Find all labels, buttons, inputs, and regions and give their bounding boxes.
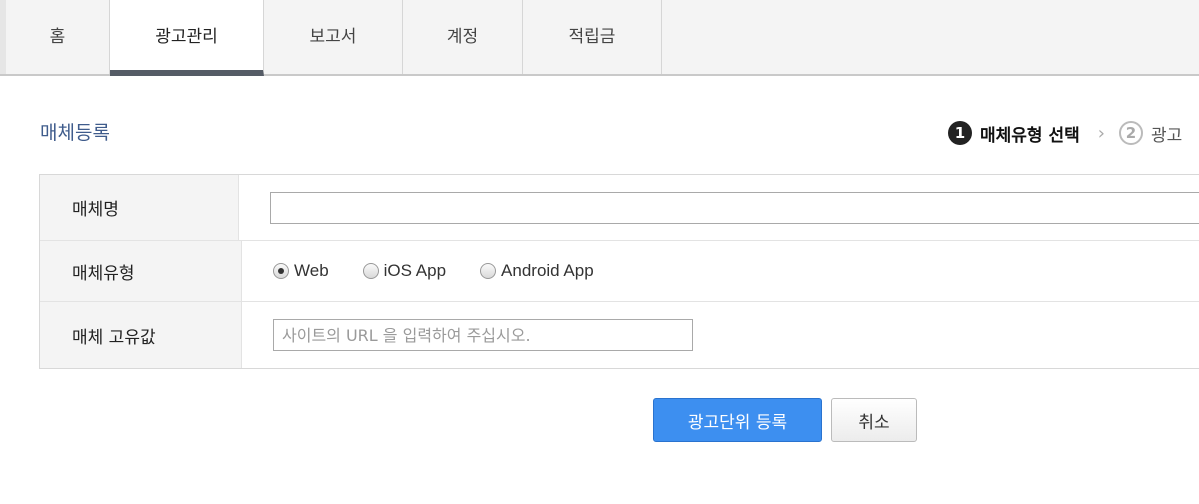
radio-android-app[interactable]: Android App — [480, 261, 594, 281]
radio-web[interactable]: Web — [273, 261, 329, 281]
radio-unchecked-icon[interactable] — [362, 263, 379, 279]
tab-reports[interactable]: 보고서 — [264, 0, 403, 74]
radio-ios-label: iOS App — [383, 261, 447, 280]
unique-value-input[interactable] — [273, 319, 693, 351]
unique-value-cell — [242, 302, 1199, 368]
top-nav-tabs: 홈 광고관리 보고서 계정 적립금 — [0, 0, 1199, 76]
step-2-number: 2 — [1118, 121, 1143, 145]
tab-reward-points[interactable]: 적립금 — [523, 0, 662, 74]
media-type-label: 매체유형 — [40, 241, 242, 301]
step-1-number: 1 — [948, 121, 972, 145]
tab-ad-management[interactable]: 광고관리 — [110, 0, 264, 76]
page-title: 매체등록 — [40, 122, 110, 144]
step-2-label: 광고 — [1150, 125, 1183, 146]
radio-checked-icon[interactable] — [273, 263, 289, 279]
cancel-button[interactable]: 취소 — [831, 398, 917, 442]
step-1-label: 매체유형 선택 — [980, 125, 1080, 146]
form-row-unique-value: 매체 고유값 — [40, 302, 1199, 368]
media-name-label: 매체명 — [40, 175, 239, 240]
radio-web-label: Web — [294, 261, 329, 280]
media-register-form: 매체명 매체유형 Web iOS App Android App 매체 고유값 … — [39, 174, 1199, 369]
media-type-cell: Web iOS App Android App — [242, 241, 1199, 301]
form-row-media-type: 매체유형 Web iOS App Android App — [40, 241, 1199, 302]
radio-ios-app[interactable]: iOS App — [362, 261, 447, 281]
form-row-media-name: 매체명 — [40, 175, 1199, 241]
media-name-input[interactable] — [270, 191, 1199, 224]
radio-unchecked-icon[interactable] — [480, 263, 497, 279]
register-ad-unit-button[interactable]: 광고단위 등록 — [653, 398, 822, 442]
chevron-right-icon: › — [1097, 122, 1105, 144]
tab-home[interactable]: 홈 — [0, 0, 110, 74]
unique-value-label: 매체 고유값 — [40, 302, 242, 368]
media-type-radio-group: Web iOS App Android App — [273, 261, 628, 281]
media-name-cell — [239, 175, 1199, 240]
radio-android-label: Android App — [501, 261, 594, 280]
tab-account[interactable]: 계정 — [403, 0, 523, 74]
step-indicator: 1 매체유형 선택 › 2 광고 — [948, 119, 1182, 147]
